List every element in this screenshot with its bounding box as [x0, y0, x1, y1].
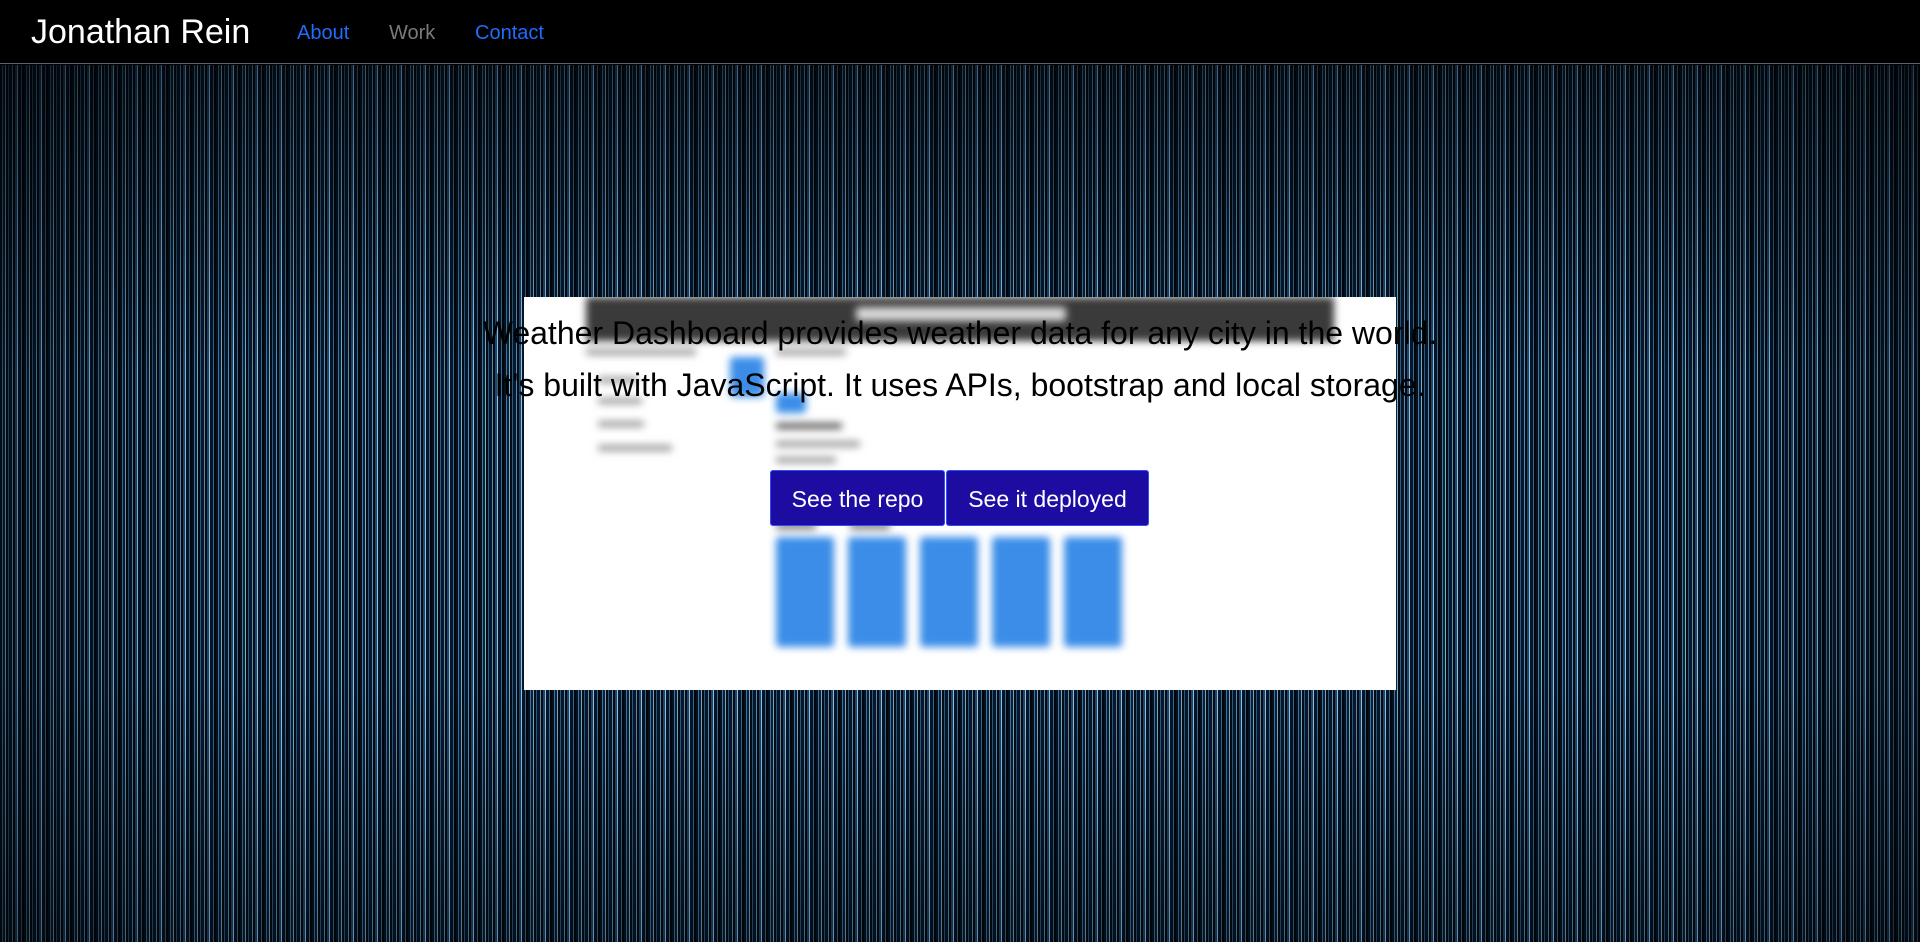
preview-forecast-card [920, 537, 978, 647]
description-line-2: It's built with JavaScript. It uses APIs… [494, 367, 1426, 403]
preview-forecast-card [992, 537, 1050, 647]
description-line-1: Weather Dashboard provides weather data … [482, 315, 1438, 351]
nav-link-work[interactable]: Work [389, 22, 435, 44]
navbar: Jonathan Rein About Work Contact [0, 0, 1920, 64]
preview-forecast-line [776, 423, 842, 429]
preview-forecast-card [776, 537, 834, 647]
preview-forecast-line [776, 441, 860, 447]
see-deployed-button[interactable]: See it deployed [946, 470, 1149, 526]
see-repo-button[interactable]: See the repo [770, 470, 945, 526]
project-description: Weather Dashboard provides weather data … [0, 307, 1920, 411]
nav-link-about[interactable]: About [297, 22, 349, 44]
preview-history-item [598, 421, 644, 427]
nav-link-contact[interactable]: Contact [475, 22, 544, 44]
preview-history-item [598, 445, 672, 451]
preview-forecast-line [776, 457, 836, 463]
brand-name[interactable]: Jonathan Rein [31, 12, 250, 52]
preview-forecast-card [1064, 537, 1122, 647]
preview-forecast-card [848, 537, 906, 647]
